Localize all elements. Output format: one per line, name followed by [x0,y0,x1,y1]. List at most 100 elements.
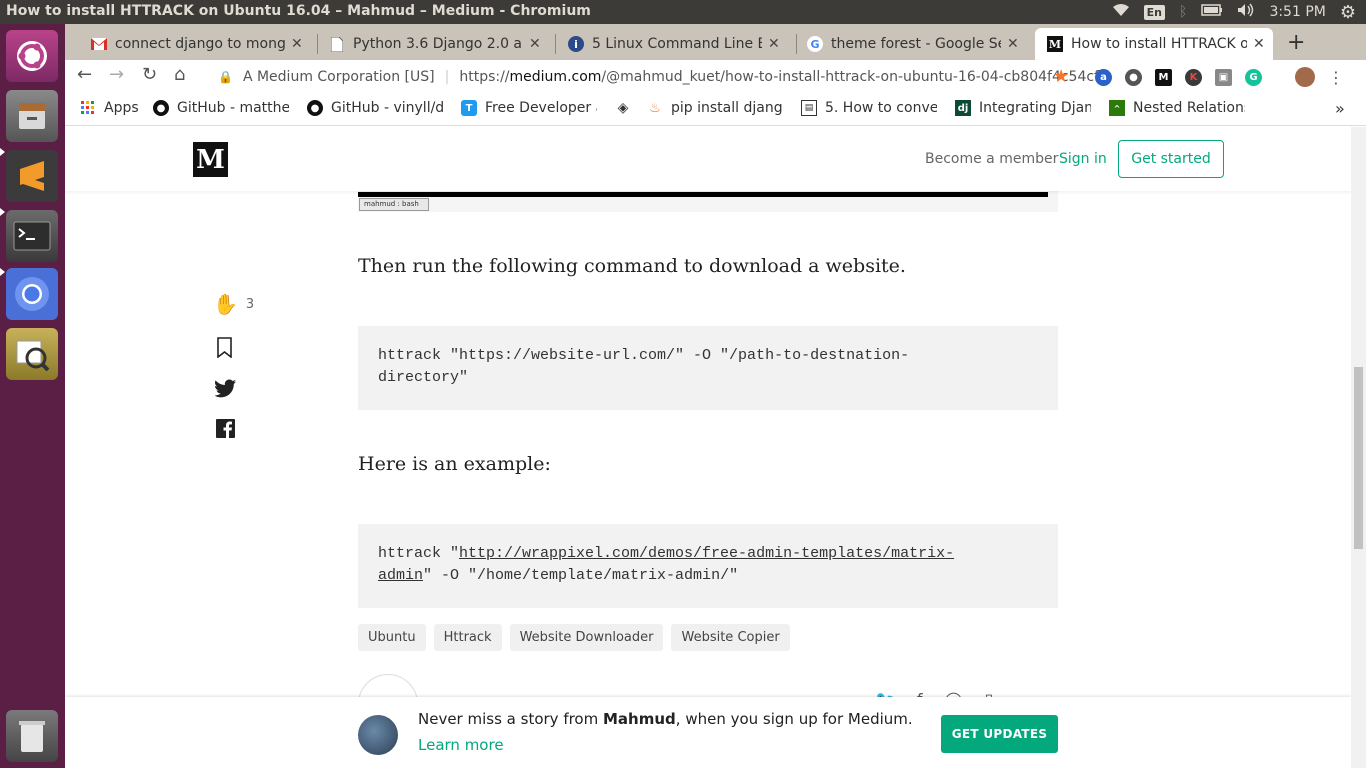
get-updates-button[interactable]: GET UPDATES [941,715,1058,753]
extension-a-icon[interactable]: a [1095,68,1112,86]
window-title: How to install HTTRACK on Ubuntu 16.04 –… [6,3,591,19]
profile-avatar-icon[interactable] [1295,67,1315,87]
certificate-label[interactable]: A Medium Corporation [US] [243,69,435,85]
clock[interactable]: 3:51 PM [1269,4,1325,20]
address-bar[interactable]: 🔒 A Medium Corporation [US] | https://me… [210,62,1099,92]
system-top-bar: How to install HTTRACK on Ubuntu 16.04 –… [0,0,1366,24]
get-started-button[interactable]: Get started [1118,140,1224,178]
keyboard-layout-indicator[interactable]: En [1143,4,1166,20]
extension-k-icon[interactable]: K [1185,68,1202,86]
trash-icon[interactable] [6,710,58,762]
bookmark-icon[interactable] [216,337,233,358]
browser-toolbar: ← → ↻ ⌂ 🔒 A Medium Corporation [US] | ht… [65,60,1366,93]
bookmark-github-1[interactable]: ● GitHub - matthewwithanm [153,100,289,116]
medium-logo[interactable]: M [193,142,228,177]
home-icon[interactable]: ⌂ [174,64,185,85]
bookmark-integrating-django[interactable]: dj Integrating Django [955,100,1091,116]
google-icon: G [807,36,823,52]
article-paragraph: Then run the following command to downlo… [358,255,906,277]
bookmark-apps[interactable]: Apps [80,100,139,116]
files-icon[interactable] [6,90,58,142]
forward-arrow-icon[interactable]: → [109,64,124,85]
twitter-icon[interactable] [215,379,237,398]
code-block: httrack "https://website-url.com/" -O "/… [358,326,1058,410]
bookmark-github-2[interactable]: ● GitHub - vinyll/django [307,100,443,116]
article-paragraph: Here is an example: [358,453,551,475]
tab-medium-active[interactable]: M How to install HTTRACK on ✕ [1035,28,1273,60]
close-tab-icon[interactable]: ✕ [768,36,780,52]
volume-icon[interactable] [1237,3,1255,21]
clap-count: 3 [245,296,255,312]
tab-python-django[interactable]: Python 3.6 Django 2.0 and ✕ [329,28,547,60]
code-line: httrack "https://website-url.com/" -O "/… [378,347,910,364]
page-content: mahmud : bash M Become a member Sign in … [65,127,1351,768]
info-icon: i [568,36,584,52]
url-path: /@mahmud_kuet/how-to-install-httrack-on-… [601,69,1099,85]
tag-website-downloader[interactable]: Website Downloader [509,624,664,651]
chrome-menu-icon[interactable]: ⋮ [1328,68,1344,87]
settings-gear-icon[interactable]: ⚙ [1340,2,1356,23]
bookmark-diamond[interactable]: ◈ [615,100,639,116]
bookmark-free-developer[interactable]: T Free Developer and [461,100,597,116]
ubuntu-dash-icon[interactable] [6,30,58,82]
bookmark-star-icon[interactable]: ★ [1053,66,1069,87]
chromium-icon[interactable] [6,268,58,320]
scrollbar-thumb[interactable] [1354,367,1363,549]
url-prefix: https:// [459,69,510,85]
extensions-area: a ● M K ▣ G ⋮ [1095,67,1344,87]
new-tab-button[interactable]: + [1287,30,1305,55]
extension-image-icon[interactable]: ▣ [1215,68,1232,86]
close-tab-icon[interactable]: ✕ [529,36,541,52]
unity-launcher [0,24,65,768]
lock-icon[interactable]: 🔒 [218,70,233,84]
bookmark-pip-install[interactable]: ♨ pip install django [647,100,783,116]
github-icon: ● [307,100,323,116]
clap-icon[interactable]: ✋ [213,292,238,316]
book-icon: ▤ [801,100,817,116]
medium-header: M Become a member Sign in Get started [65,127,1351,191]
clap-button[interactable]: ✋ 3 [213,292,254,316]
extension-shield-icon[interactable]: ● [1125,68,1142,86]
example-link[interactable]: http://wrappixel.com/demos/free-admin-te… [459,545,954,562]
reload-icon[interactable]: ↻ [142,64,157,85]
url-host: medium.com [509,69,602,85]
tag-list: Ubuntu Httrack Website Downloader Websit… [358,624,790,651]
medium-icon: M [1047,36,1063,52]
back-arrow-icon[interactable]: ← [77,64,92,85]
bookmark-nested-relationships[interactable]: ^ Nested Relationships [1109,100,1245,116]
terminal-icon[interactable] [6,210,58,262]
example-link[interactable]: admin [378,567,423,584]
sublime-text-icon[interactable] [6,150,58,202]
bookmarks-overflow-icon[interactable]: » [1335,99,1345,118]
become-member-link[interactable]: Become a member [925,151,1058,167]
author-avatar[interactable] [358,715,398,755]
system-monitor-icon[interactable] [6,328,58,380]
grammarly-icon[interactable]: G [1245,68,1262,86]
sign-in-link[interactable]: Sign in [1059,151,1107,167]
tag-httrack[interactable]: Httrack [433,624,502,651]
code-line: directory" [378,369,469,386]
battery-icon[interactable] [1201,4,1223,20]
close-tab-icon[interactable]: ✕ [1253,36,1265,52]
wifi-icon[interactable] [1112,3,1130,21]
drf-icon: ^ [1109,100,1125,116]
bluetooth-icon[interactable]: ᛒ [1179,4,1187,20]
close-tab-icon[interactable]: ✕ [1007,36,1019,52]
close-tab-icon[interactable]: ✕ [291,36,303,52]
tag-ubuntu[interactable]: Ubuntu [358,624,426,651]
document-icon [329,36,345,52]
facebook-icon[interactable] [216,419,235,438]
tag-website-copier[interactable]: Website Copier [671,624,790,651]
code-block: httrack "http://wrappixel.com/demos/free… [358,524,1058,608]
tab-linux-command[interactable]: i 5 Linux Command Line Basics ✕ [568,28,793,60]
tutorialspoint-icon: T [461,100,477,116]
bookmark-how-to-convert[interactable]: ▤ 5. How to convert [801,100,937,116]
system-tray: En ᛒ 3:51 PM ⚙ [1112,0,1366,24]
extension-medium-icon[interactable]: M [1155,68,1172,86]
tab-google-search[interactable]: G theme forest - Google Search ✕ [807,28,1027,60]
github-icon: ● [153,100,169,116]
learn-more-link[interactable]: Learn more [418,736,504,754]
page-scrollbar[interactable] [1351,127,1366,768]
diamond-icon: ◈ [617,100,629,116]
tab-gmail[interactable]: connect django to mongodb ✕ [91,28,311,60]
